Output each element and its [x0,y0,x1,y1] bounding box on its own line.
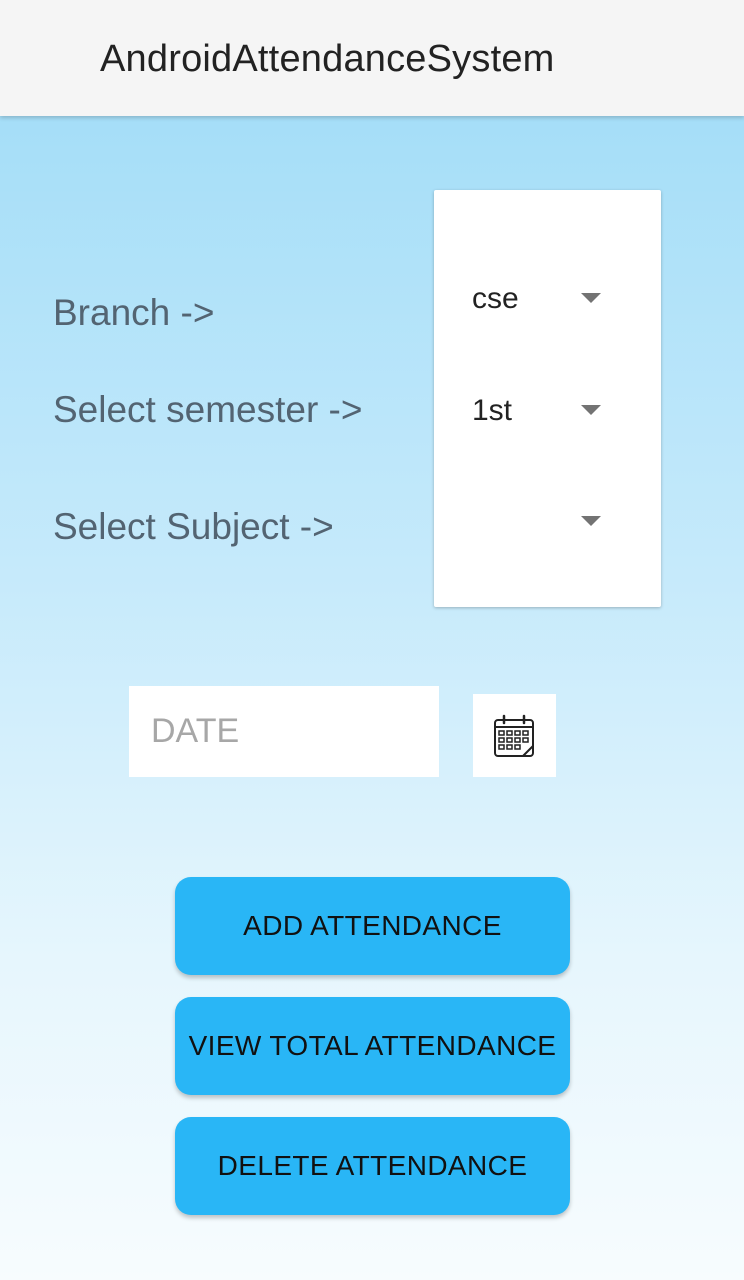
semester-spinner[interactable]: 1st [434,378,661,448]
semester-spinner-value: 1st [472,394,513,427]
view-total-attendance-button[interactable]: VIEW TOTAL ATTENDANCE [175,997,570,1095]
subject-dropdown-arrow-icon [581,516,601,526]
subject-spinner[interactable] [434,489,661,559]
branch-spinner[interactable]: cse [434,266,661,336]
branch-label: Branch -> [53,292,215,333]
calendar-button[interactable] [473,694,556,777]
date-input[interactable] [129,686,439,777]
app-bar: AndroidAttendanceSystem [0,0,744,116]
calendar-icon [494,714,534,757]
app-title: AndroidAttendanceSystem [100,38,555,80]
selection-card: cse 1st [434,190,661,607]
semester-label: Select semester -> [53,389,363,430]
subject-label: Select Subject -> [53,506,334,547]
add-attendance-button[interactable]: ADD ATTENDANCE [175,877,570,975]
branch-spinner-value: cse [472,282,519,315]
branch-dropdown-arrow-icon [581,293,601,303]
delete-attendance-button[interactable]: DELETE ATTENDANCE [175,1117,570,1215]
semester-dropdown-arrow-icon [581,405,601,415]
